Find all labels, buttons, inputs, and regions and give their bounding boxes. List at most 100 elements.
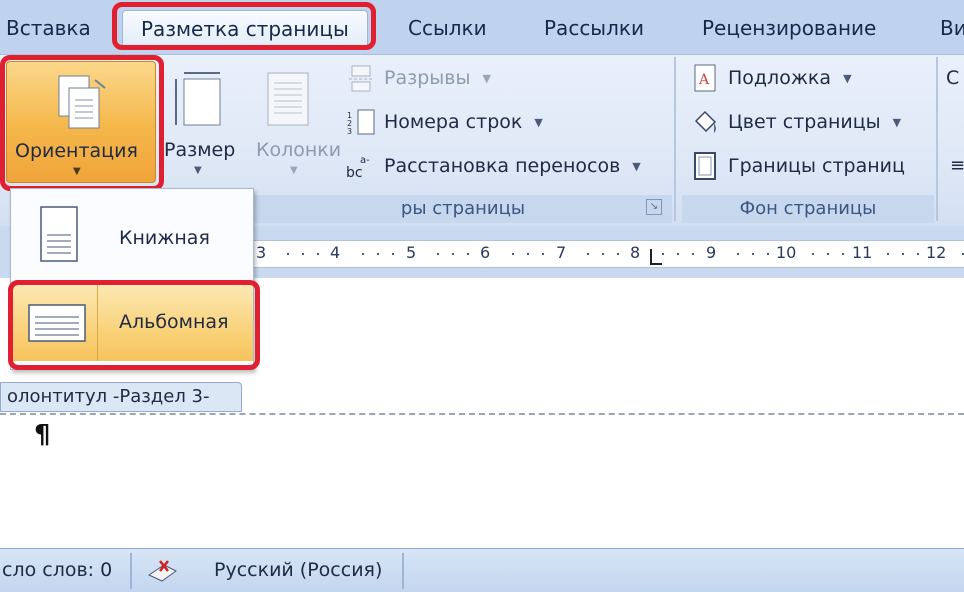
ruler-number: 8	[630, 243, 641, 262]
ruler-number: 6	[480, 243, 491, 262]
columns-dropdown-arrow-icon: ▼	[290, 165, 298, 176]
line-numbers-icon: 1 2 3	[347, 109, 375, 136]
ruler-tick	[302, 253, 304, 255]
breaks-caret-icon: ▼	[482, 71, 491, 85]
hyphenation-button[interactable]: bc a- Расстановка переносов ▼	[346, 149, 641, 183]
ruler-tick	[287, 253, 289, 255]
page-borders-button[interactable]: Границы страниц	[690, 149, 905, 183]
group-separator	[936, 57, 938, 221]
ruler-number: 10	[776, 243, 797, 262]
breaks-label: Разрывы	[384, 67, 471, 89]
breaks-icon	[349, 65, 373, 92]
header-section-tag: олонтитул -Раздел 3-	[0, 382, 242, 412]
ruler-tick	[527, 253, 529, 255]
spellcheck-icon[interactable]	[146, 557, 180, 585]
tab-review[interactable]: Рецензирование	[702, 10, 876, 46]
size-icon	[175, 72, 221, 126]
size-button[interactable]: Размер ▼	[164, 61, 240, 183]
ruler-tick	[512, 253, 514, 255]
ruler-number: 5	[406, 243, 417, 262]
breaks-button[interactable]: Разрывы ▼	[346, 61, 491, 95]
hyphenation-caret-icon: ▼	[632, 159, 641, 173]
ruler-tick	[902, 253, 904, 255]
tab-stop-marker-icon[interactable]	[650, 249, 662, 265]
ruler-tick	[452, 253, 454, 255]
status-separator	[402, 553, 404, 589]
align-icon[interactable]: ≡	[950, 155, 964, 176]
ruler-tick	[887, 253, 889, 255]
ruler-tick	[917, 253, 919, 255]
ruler-tick	[602, 253, 604, 255]
word-count[interactable]: сло слов: 0	[2, 559, 112, 581]
columns-label: Колонки	[256, 139, 342, 161]
orientation-highlight-frame	[0, 55, 164, 191]
paint-bucket-icon	[694, 110, 717, 133]
header-boundary-line	[0, 413, 964, 415]
ruler-tick	[812, 253, 814, 255]
watermark-button[interactable]: A Подложка ▼	[690, 61, 852, 95]
ruler-tick	[767, 253, 769, 255]
tab-highlight-frame	[112, 2, 376, 50]
watermark-caret-icon: ▼	[843, 71, 852, 85]
page-color-caret-icon: ▼	[892, 115, 902, 129]
line-numbers-caret-icon: ▼	[534, 115, 543, 129]
hyphenation-label: Расстановка переносов	[384, 155, 621, 177]
svg-text:3: 3	[347, 127, 352, 136]
svg-text:a-: a-	[360, 155, 370, 166]
page-setup-dialog-launcher-icon[interactable]: ↘	[646, 199, 662, 215]
page-borders-icon	[694, 152, 716, 180]
hyphenation-icon: bc a-	[346, 155, 370, 181]
portrait-label: Книжная	[119, 227, 210, 249]
ruler-tick	[692, 253, 694, 255]
page-color-button[interactable]: Цвет страницы ▼	[690, 105, 901, 139]
paragraph-mark-cursor: ¶	[34, 420, 51, 450]
horizontal-ruler[interactable]: 3 4 5 6 7 8 9 10 11 12	[254, 240, 964, 268]
ruler-tick	[842, 253, 844, 255]
ruler-tick	[587, 253, 589, 255]
ruler-tick	[362, 253, 364, 255]
line-numbers-label: Номера строк	[384, 111, 523, 133]
ruler-tick	[827, 253, 829, 255]
ruler-number: 11	[852, 243, 873, 262]
size-label: Размер	[164, 139, 236, 161]
size-dropdown-arrow-icon: ▼	[194, 165, 202, 176]
status-bar: сло слов: 0 Русский (Россия)	[0, 548, 964, 592]
ruler-tick	[392, 253, 394, 255]
ruler-tick	[542, 253, 544, 255]
ruler-tick	[377, 253, 379, 255]
tab-mailings[interactable]: Рассылки	[544, 10, 644, 46]
ruler-tick	[437, 253, 439, 255]
svg-text:A: A	[698, 72, 710, 88]
line-numbers-button[interactable]: 1 2 3 Номера строк ▼	[346, 105, 543, 139]
columns-button[interactable]: Колонки ▼	[250, 61, 342, 183]
page-color-label: Цвет страницы	[728, 111, 881, 133]
tab-insert[interactable]: Вставка	[6, 10, 91, 46]
tab-view[interactable]: Ви	[940, 10, 964, 46]
ruler-tick	[317, 253, 319, 255]
watermark-icon: A	[694, 64, 716, 92]
watermark-label: Подложка	[728, 67, 832, 89]
ruler-tick	[467, 253, 469, 255]
portrait-page-icon	[40, 206, 78, 262]
orientation-portrait-item[interactable]: Книжная	[11, 191, 253, 277]
svg-text:bc: bc	[346, 165, 363, 181]
columns-icon	[267, 72, 309, 126]
landscape-highlight-frame	[8, 280, 260, 370]
ruler-number: 4	[330, 243, 341, 262]
group-separator	[674, 57, 676, 221]
tab-references[interactable]: Ссылки	[408, 10, 487, 46]
page-setup-group-caption: ры страницы	[254, 195, 672, 223]
ruler-number: 12	[926, 243, 947, 262]
status-separator	[130, 553, 132, 589]
ruler-tick	[662, 253, 664, 255]
ruler-tick	[677, 253, 679, 255]
page-borders-label: Границы страниц	[728, 155, 905, 177]
ruler-tick	[737, 253, 739, 255]
ruler-number: 7	[556, 243, 567, 262]
language-indicator[interactable]: Русский (Россия)	[214, 559, 382, 581]
ruler-number: 9	[706, 243, 717, 262]
ruler-tick	[752, 253, 754, 255]
next-group-partial-label: С	[946, 67, 960, 89]
page-background-group-caption: Фон страницы	[682, 195, 934, 223]
ruler-tick	[617, 253, 619, 255]
